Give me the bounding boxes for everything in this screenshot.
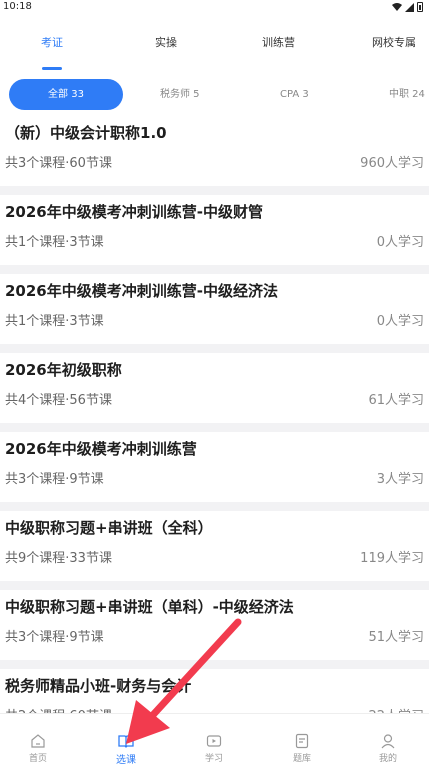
course-learner-count: 3人学习 <box>376 472 424 487</box>
nav-mine-label: 我的 <box>378 754 397 764</box>
battery-icon <box>417 2 423 12</box>
user-icon <box>381 734 395 749</box>
course-meta: 共9个课程·33节课 <box>5 551 112 566</box>
nav-study-label: 学习 <box>204 754 223 764</box>
course-meta: 共4个课程·56节课 <box>5 393 112 408</box>
status-bar: 10:18 <box>0 0 429 16</box>
course-title: 2026年中级模考冲刺训练营 <box>5 440 197 458</box>
wifi-icon <box>392 3 402 11</box>
course-meta: 共3个课程·60节课 <box>5 156 112 171</box>
nav-study[interactable]: 学习 <box>184 714 244 771</box>
course-learner-count: 119人学习 <box>360 551 424 566</box>
course-title: （新）中级会计职称1.0 <box>5 124 167 142</box>
chip-intermediate[interactable]: 中职 24 <box>389 79 425 110</box>
category-tabs: 考证 实操 训练营 网校专属 <box>0 16 429 71</box>
nav-mine[interactable]: 我的 <box>358 714 418 771</box>
chip-cpa[interactable]: CPA 3 <box>280 79 309 110</box>
course-learner-count: 0人学习 <box>376 314 424 329</box>
bottom-nav: 首页 选课 学习 题库 我的 <box>0 713 429 771</box>
chip-all[interactable]: 全部 33 <box>9 79 123 110</box>
course-title: 税务师精品小班-财务与会计 <box>5 677 192 695</box>
filter-chips: 全部 33 税务师 5 CPA 3 中职 24 <box>0 79 429 111</box>
course-learner-count: 960人学习 <box>360 156 424 171</box>
course-title: 2026年初级职称 <box>5 361 122 379</box>
status-icons <box>392 2 423 12</box>
nav-home[interactable]: 首页 <box>8 714 68 771</box>
course-card[interactable]: 2026年中级模考冲刺训练营-中级财管 共1个课程·3节课 0人学习 <box>0 195 429 265</box>
tab-school-exclusive[interactable]: 网校专属 <box>372 34 416 50</box>
course-meta: 共3个课程·9节课 <box>5 472 104 487</box>
nav-courses[interactable]: 选课 <box>96 714 156 771</box>
course-meta: 共3个课程·9节课 <box>5 630 104 645</box>
play-icon <box>206 735 222 747</box>
course-card[interactable]: 中级职称习题+串讲班（全科） 共9个课程·33节课 119人学习 <box>0 511 429 581</box>
edit-icon <box>295 733 309 749</box>
course-card[interactable]: 2026年中级模考冲刺训练营-中级经济法 共1个课程·3节课 0人学习 <box>0 274 429 344</box>
tab-training-camp[interactable]: 训练营 <box>262 34 295 50</box>
course-title: 2026年中级模考冲刺训练营-中级财管 <box>5 203 263 221</box>
signal-icon <box>405 2 414 12</box>
status-time: 10:18 <box>3 1 32 12</box>
tab-active-indicator <box>42 67 62 70</box>
home-icon <box>31 734 45 748</box>
course-card[interactable]: 中级职称习题+串讲班（单科）-中级经济法 共3个课程·9节课 51人学习 <box>0 590 429 660</box>
course-learner-count: 0人学习 <box>376 235 424 250</box>
nav-question-bank-label: 题库 <box>292 754 311 764</box>
course-learner-count: 61人学习 <box>368 393 424 408</box>
course-meta: 共1个课程·3节课 <box>5 235 104 250</box>
course-learner-count: 51人学习 <box>368 630 424 645</box>
nav-question-bank[interactable]: 题库 <box>272 714 332 771</box>
course-title: 中级职称习题+串讲班（全科） <box>5 519 213 537</box>
chip-tax-advisor[interactable]: 税务师 5 <box>160 79 200 110</box>
tab-practice[interactable]: 实操 <box>155 34 177 50</box>
nav-courses-label: 选课 <box>116 755 136 766</box>
nav-home-label: 首页 <box>28 754 47 764</box>
tab-certificate[interactable]: 考证 <box>41 34 63 50</box>
course-card[interactable]: 2026年初级职称 共4个课程·56节课 61人学习 <box>0 353 429 423</box>
course-meta: 共1个课程·3节课 <box>5 314 104 329</box>
course-card[interactable]: （新）中级会计职称1.0 共3个课程·60节课 960人学习 <box>0 116 429 186</box>
course-card[interactable]: 2026年中级模考冲刺训练营 共3个课程·9节课 3人学习 <box>0 432 429 502</box>
course-title: 中级职称习题+串讲班（单科）-中级经济法 <box>5 598 294 616</box>
course-title: 2026年中级模考冲刺训练营-中级经济法 <box>5 282 278 300</box>
book-icon <box>118 735 134 748</box>
